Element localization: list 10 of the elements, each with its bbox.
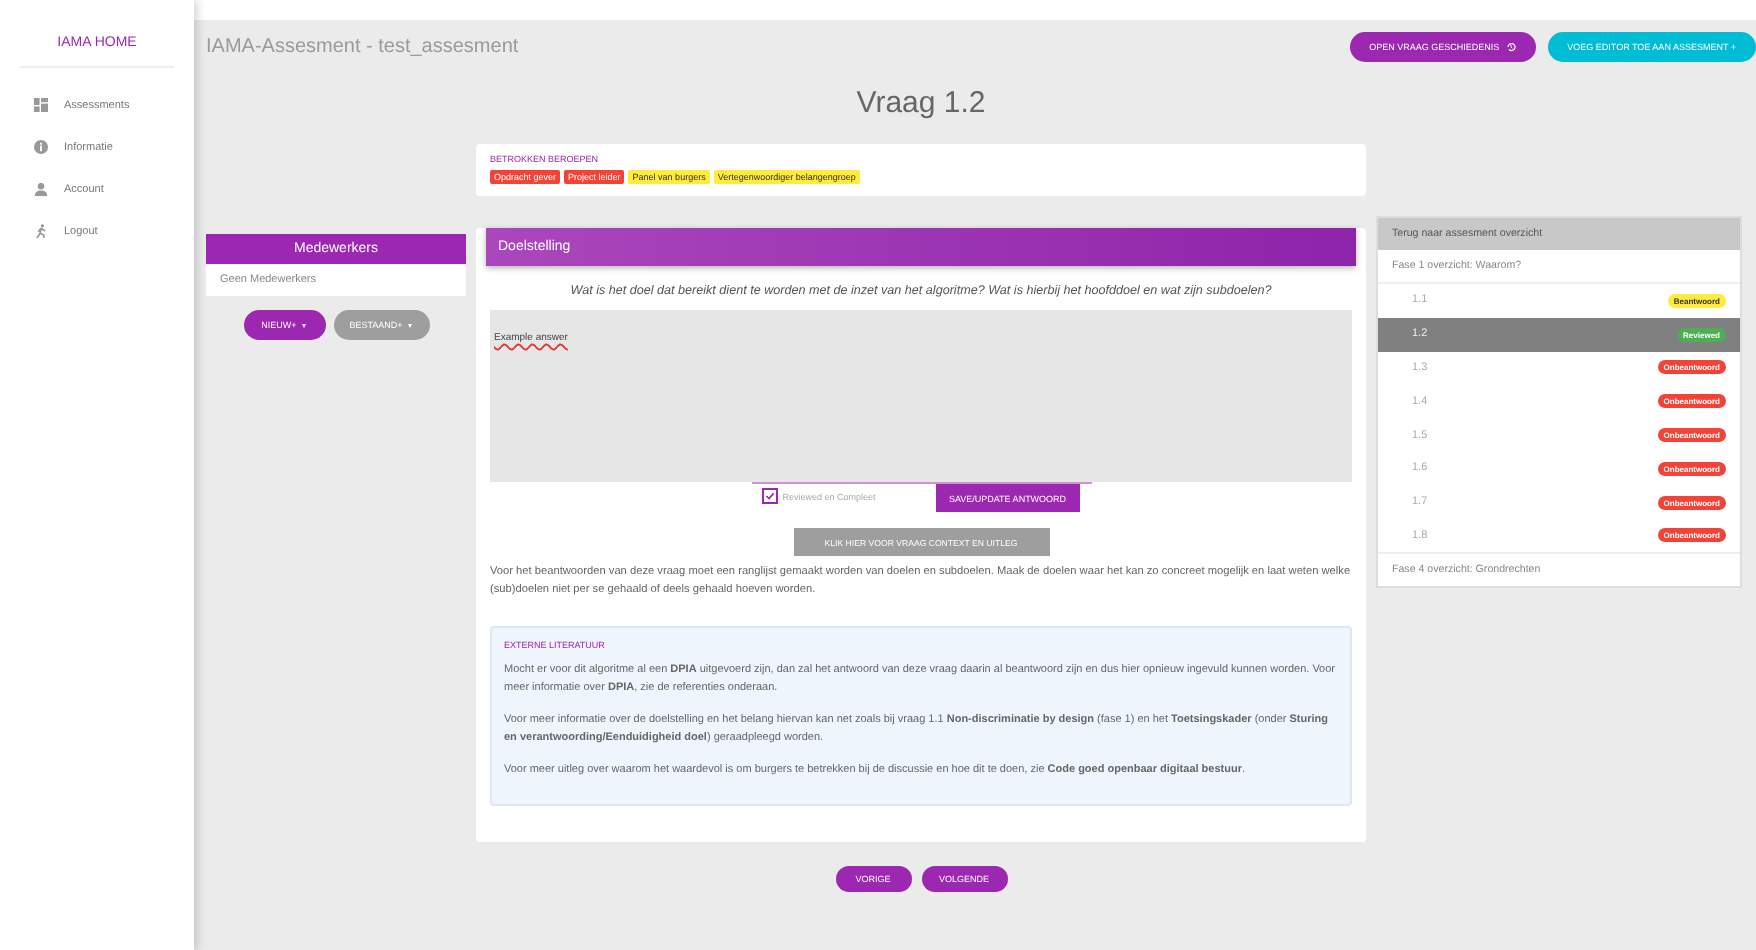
caret-icon [408,323,413,327]
question-title: Vraag 1.2 [854,86,988,120]
caret-icon [302,323,307,327]
person-icon [34,182,48,196]
dashboard-icon [34,98,48,112]
info-icon [34,140,48,154]
running-figure-icon [34,224,48,238]
page-title: IAMA-Assesment - test_assesment [206,36,519,58]
history-icon [1505,42,1516,52]
checkbox[interactable] [762,488,779,504]
